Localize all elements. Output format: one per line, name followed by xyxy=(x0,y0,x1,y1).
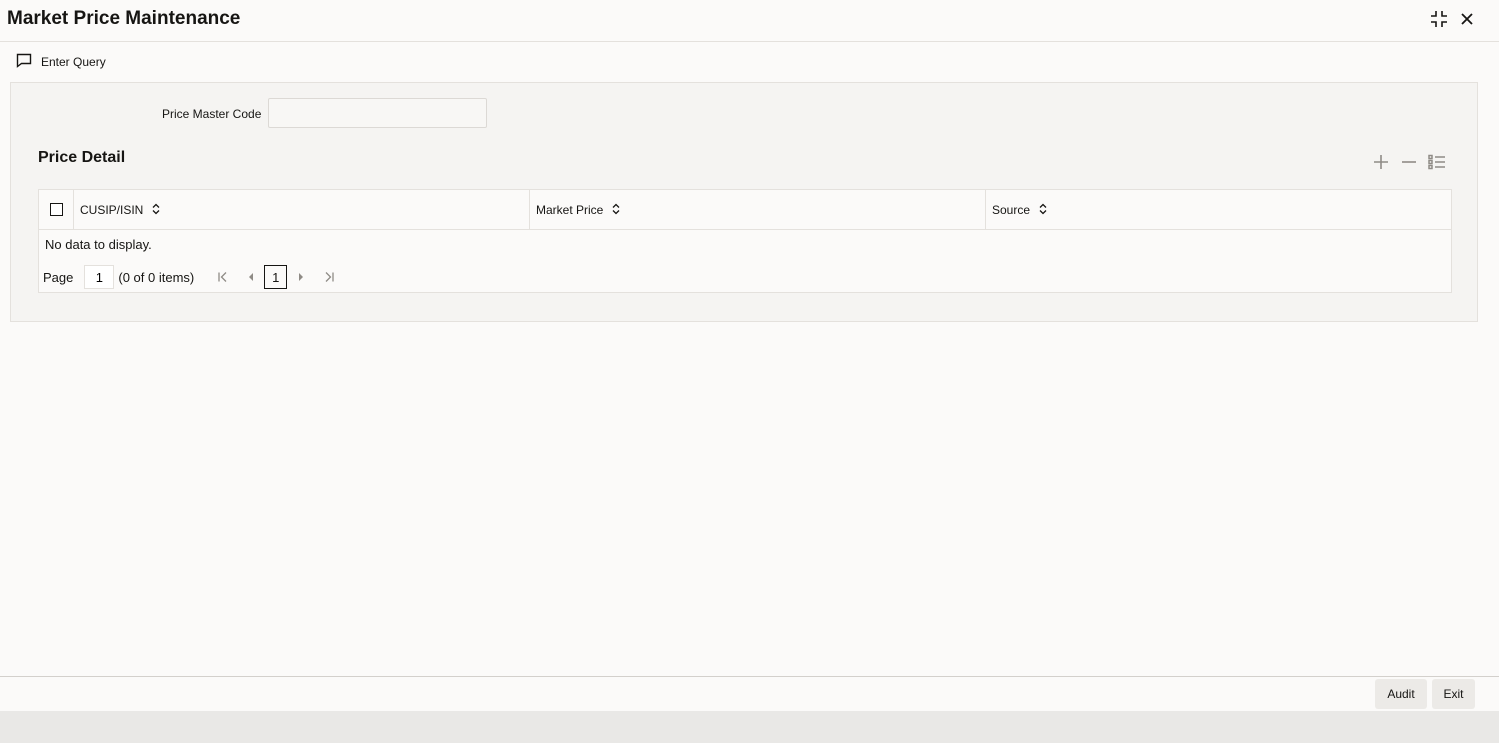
compress-icon[interactable] xyxy=(1428,8,1450,30)
select-all-checkbox[interactable] xyxy=(50,203,63,216)
plus-icon[interactable] xyxy=(1371,151,1391,173)
last-page-icon[interactable] xyxy=(318,266,340,288)
footer-divider xyxy=(0,676,1499,677)
column-header-market-price[interactable]: Market Price xyxy=(529,190,985,230)
column-label: Source xyxy=(992,203,1031,217)
list-icon[interactable] xyxy=(1427,151,1447,173)
sort-icon[interactable] xyxy=(611,203,621,218)
price-master-code-label: Price Master Code xyxy=(162,107,262,121)
page-label: Page xyxy=(43,269,74,285)
close-icon[interactable] xyxy=(1456,8,1478,30)
page-title: Market Price Maintenance xyxy=(7,8,241,29)
column-label: Market Price xyxy=(536,203,604,217)
first-page-icon[interactable] xyxy=(212,266,234,288)
comment-icon xyxy=(16,53,32,71)
table-header: CUSIP/ISIN Market Price Source xyxy=(39,190,1451,230)
previous-page-icon[interactable] xyxy=(240,266,262,288)
price-detail-table: CUSIP/ISIN Market Price Source No data t… xyxy=(38,189,1452,293)
column-label: CUSIP/ISIN xyxy=(80,203,144,217)
price-detail-title: Price Detail xyxy=(38,149,126,166)
pagination: Page (0 of 0 items) 1 xyxy=(43,264,340,290)
exit-button[interactable]: Exit xyxy=(1432,679,1475,709)
audit-button[interactable]: Audit xyxy=(1375,679,1427,709)
page-number-input[interactable] xyxy=(84,265,115,289)
window-titlebar: Market Price Maintenance xyxy=(0,0,1499,42)
enter-query-label: Enter Query xyxy=(41,55,106,69)
form-panel: Price Master Code Price Detail CUSIP/ISI… xyxy=(10,82,1478,322)
price-master-code-input[interactable] xyxy=(268,98,487,128)
status-bar xyxy=(0,711,1499,743)
items-count: (0 of 0 items) xyxy=(118,269,195,285)
column-header-source[interactable]: Source xyxy=(985,190,1451,230)
minus-icon[interactable] xyxy=(1399,151,1419,173)
column-header-cusip-isin[interactable]: CUSIP/ISIN xyxy=(73,190,529,230)
empty-message: No data to display. xyxy=(45,237,152,252)
current-page-button[interactable]: 1 xyxy=(264,265,288,289)
sort-icon[interactable] xyxy=(151,203,161,218)
toolbar: Enter Query xyxy=(0,43,1499,81)
next-page-icon[interactable] xyxy=(290,266,312,288)
enter-query-button[interactable]: Enter Query xyxy=(16,53,106,71)
sort-icon[interactable] xyxy=(1038,203,1048,218)
